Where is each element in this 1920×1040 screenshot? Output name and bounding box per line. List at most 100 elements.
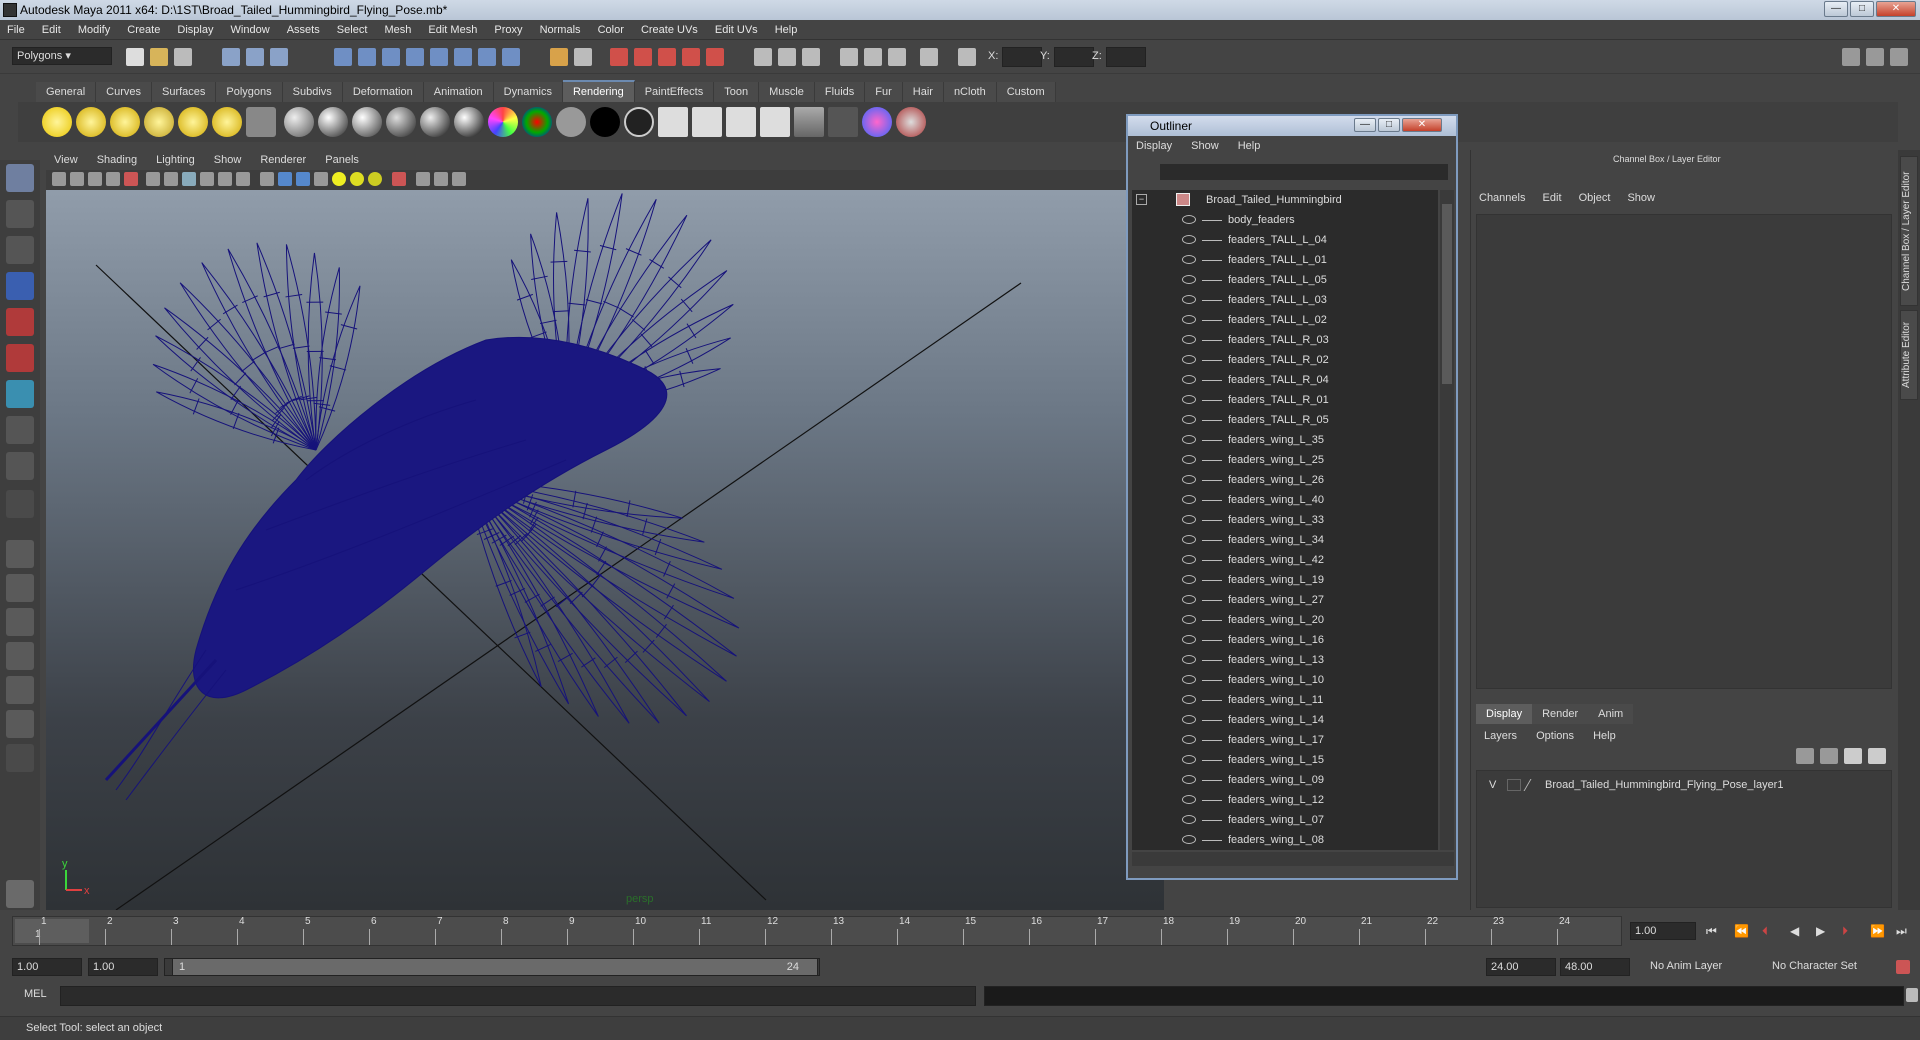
outliner-item[interactable]: feaders_TALL_L_04 — [1132, 230, 1438, 250]
new-layer-selected-icon[interactable] — [1796, 748, 1814, 764]
z-field[interactable] — [1106, 47, 1146, 67]
range-slider-handle[interactable]: 1 24 — [172, 958, 818, 976]
outliner-item[interactable]: feaders_wing_L_34 — [1132, 530, 1438, 550]
numeric-input-icon[interactable] — [958, 48, 976, 66]
single-perspective-layout-icon[interactable] — [6, 540, 34, 568]
shelf-tab-fluids[interactable]: Fluids — [814, 82, 866, 102]
shelf-tab-muscle[interactable]: Muscle — [759, 82, 815, 102]
menu-edit[interactable]: Edit — [35, 20, 68, 40]
channel-menu-channels[interactable]: Channels — [1479, 192, 1539, 204]
layer-tab-display[interactable]: Display — [1476, 704, 1533, 724]
outliner-menu-display[interactable]: Display — [1128, 136, 1180, 156]
surface-shader-icon[interactable] — [556, 107, 586, 137]
persp-hypershade-layout-icon[interactable] — [6, 676, 34, 704]
outliner-item[interactable]: feaders_wing_L_11 — [1132, 690, 1438, 710]
high-quality-icon[interactable] — [416, 172, 430, 186]
field-chart-icon[interactable] — [182, 172, 196, 186]
input-ops-icon[interactable] — [754, 48, 772, 66]
help-icon[interactable] — [502, 48, 520, 66]
menu-select[interactable]: Select — [330, 20, 375, 40]
close-button[interactable]: ✕ — [1876, 1, 1916, 17]
shading-group-icon[interactable] — [624, 107, 654, 137]
outliner-item[interactable]: feaders_wing_L_12 — [1132, 790, 1438, 810]
shelf-tab-painteffects[interactable]: PaintEffects — [634, 82, 715, 102]
shelf-tab-dynamics[interactable]: Dynamics — [493, 82, 563, 102]
select-tool-icon[interactable] — [6, 164, 34, 192]
menu-create[interactable]: Create — [120, 20, 167, 40]
use-background-icon[interactable] — [590, 107, 620, 137]
show-manipulator-icon[interactable] — [6, 452, 34, 480]
shading-map-icon[interactable] — [522, 107, 552, 137]
paint-select-tool-icon[interactable] — [6, 236, 34, 264]
xray-icon[interactable] — [314, 172, 328, 186]
layer-color-icon[interactable] — [1523, 779, 1543, 791]
outliner-menu-show[interactable]: Show — [1183, 136, 1227, 156]
character-set-dropdown[interactable]: No Character Set — [1768, 958, 1886, 976]
construction-history-icon[interactable] — [610, 48, 628, 66]
scale-tool-icon[interactable] — [6, 344, 34, 372]
snap-surface-icon[interactable] — [430, 48, 448, 66]
four-view-layout-icon[interactable] — [6, 574, 34, 602]
layer-playback-toggle[interactable] — [1507, 779, 1521, 791]
script-editor-icon[interactable] — [1906, 988, 1918, 1002]
channel-menu-edit[interactable]: Edit — [1543, 192, 1576, 204]
channel-menu-object[interactable]: Object — [1579, 192, 1625, 204]
scene-panel-icon[interactable] — [802, 48, 820, 66]
layer-row[interactable]: V Broad_Tailed_Hummingbird_Flying_Pose_l… — [1477, 775, 1891, 795]
textured-icon[interactable] — [236, 172, 250, 186]
outliner-item[interactable]: feaders_TALL_L_01 — [1132, 250, 1438, 270]
viewport-menu-view[interactable]: View — [46, 150, 86, 170]
toggle-icon[interactable] — [888, 48, 906, 66]
open-scene-icon[interactable] — [150, 48, 168, 66]
volume-light-icon[interactable] — [212, 107, 242, 137]
outliner-item[interactable]: feaders_wing_L_20 — [1132, 610, 1438, 630]
layer-tab-anim[interactable]: Anim — [1588, 704, 1634, 724]
anim-layer-dropdown[interactable]: No Anim Layer — [1646, 958, 1750, 976]
layer-menu-layers[interactable]: Layers — [1476, 726, 1525, 746]
y-field[interactable] — [1054, 47, 1094, 67]
render-frame-icon[interactable] — [634, 48, 652, 66]
snap-live-icon[interactable] — [478, 48, 496, 66]
persp-outliner-layout-icon[interactable] — [6, 608, 34, 636]
layout-dropdown-icon[interactable] — [6, 744, 34, 772]
step-back-frame-icon[interactable]: ⏴ — [1762, 924, 1768, 939]
phonge-icon[interactable] — [386, 107, 416, 137]
step-back-key-icon[interactable]: ⏪ — [1734, 924, 1749, 938]
shelf-tab-polygons[interactable]: Polygons — [216, 82, 283, 102]
show-tool-settings-icon[interactable] — [1890, 48, 1908, 66]
all-lights-icon[interactable] — [350, 172, 364, 186]
menu-help[interactable]: Help — [768, 20, 805, 40]
layer-tab-render[interactable]: Render — [1532, 704, 1589, 724]
playback-end-field[interactable]: 24.00 — [1486, 958, 1556, 976]
wireframe-on-shaded-icon[interactable] — [296, 172, 310, 186]
directional-light-icon[interactable] — [76, 107, 106, 137]
new-scene-icon[interactable] — [126, 48, 144, 66]
play-backward-icon[interactable]: ◀ — [1790, 924, 1799, 938]
outliner-item[interactable]: feaders_TALL_R_04 — [1132, 370, 1438, 390]
viewport-menu-panels[interactable]: Panels — [317, 150, 367, 170]
output-ops-icon[interactable] — [778, 48, 796, 66]
outliner-root-item[interactable]: − Broad_Tailed_Hummingbird — [1132, 190, 1438, 210]
menu-create-uvs[interactable]: Create UVs — [634, 20, 705, 40]
menu-file[interactable]: File — [0, 20, 32, 40]
go-to-start-icon[interactable]: ⏮ — [1706, 924, 1717, 939]
maximize-button[interactable]: □ — [1850, 1, 1874, 17]
outliner-item[interactable]: feaders_wing_L_09 — [1132, 770, 1438, 790]
resolution-gate-icon[interactable] — [146, 172, 160, 186]
menu-display[interactable]: Display — [170, 20, 220, 40]
outliner-item[interactable]: feaders_wing_L_14 — [1132, 710, 1438, 730]
menu-edit-mesh[interactable]: Edit Mesh — [421, 20, 484, 40]
viewport-menu-renderer[interactable]: Renderer — [252, 150, 314, 170]
point-light-icon[interactable] — [110, 107, 140, 137]
phong-icon[interactable] — [352, 107, 382, 137]
perspective-viewport[interactable]: y x persp — [46, 150, 1164, 910]
spot-light-icon[interactable] — [144, 107, 174, 137]
shelf-tab-surfaces[interactable]: Surfaces — [151, 82, 217, 102]
shelf-tab-hair[interactable]: Hair — [902, 82, 944, 102]
outliner-maximize-button[interactable]: □ — [1378, 118, 1400, 132]
mode-selector[interactable]: Polygons ▾ — [12, 47, 112, 65]
safe-title-icon[interactable] — [218, 172, 232, 186]
menu-proxy[interactable]: Proxy — [487, 20, 529, 40]
snap-curve-icon[interactable] — [358, 48, 376, 66]
move-layer-up-icon[interactable] — [1844, 748, 1862, 764]
